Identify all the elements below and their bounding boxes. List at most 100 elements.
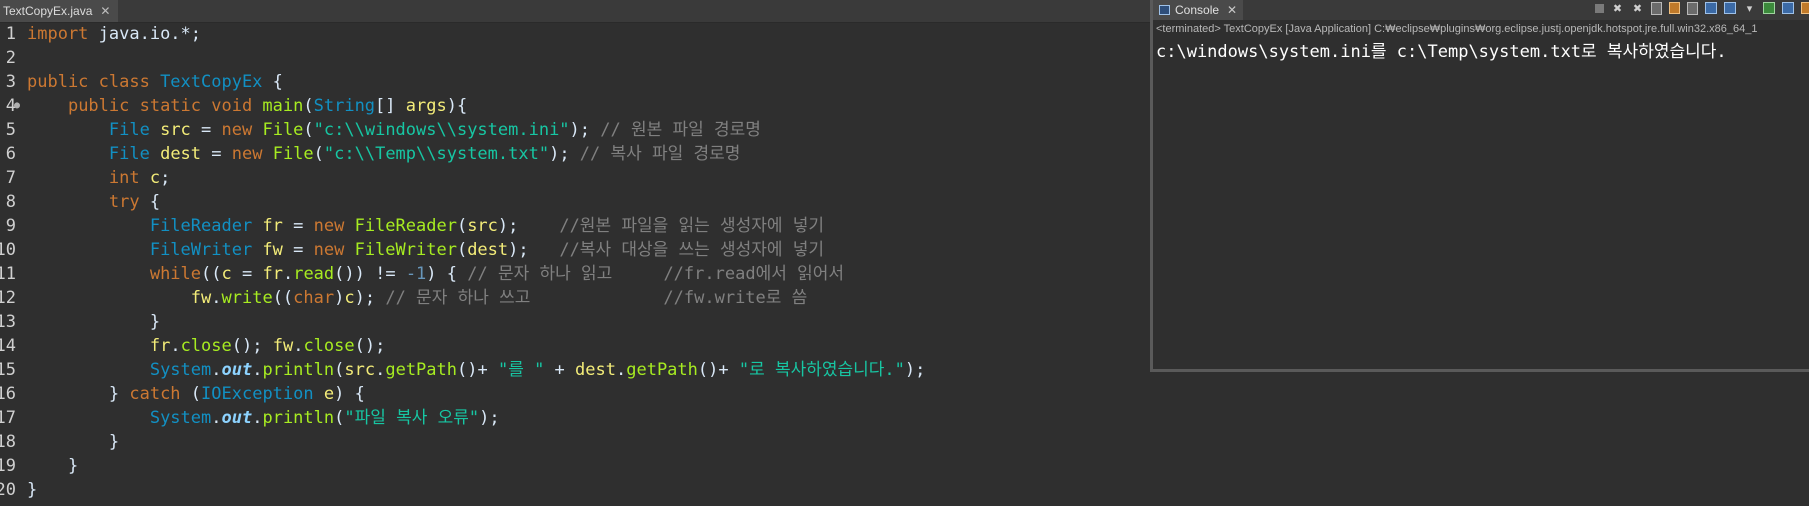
line-number: 20 [0, 480, 16, 500]
code-token: = [201, 144, 232, 164]
line-number: 18 [0, 432, 16, 452]
code-line[interactable]: 6 File dest = new File("c:\\Temp\\system… [0, 142, 1150, 166]
clear-console-icon[interactable] [1651, 2, 1662, 15]
console-view[interactable]: Console ✕ ✖ ✖ ▾ <terminated> TextCopyEx [… [1150, 0, 1809, 372]
code-line[interactable]: 13 } [0, 310, 1150, 334]
fold-marker-icon[interactable]: ● [14, 94, 20, 118]
code-token: ){ [446, 96, 468, 116]
code-token: c [221, 264, 232, 284]
tab-console[interactable]: Console ✕ [1153, 0, 1244, 20]
code-line[interactable]: 9 FileReader fr = new FileReader(src); /… [0, 214, 1150, 238]
code-line[interactable]: 18 } [0, 430, 1150, 454]
line-number: 7 [5, 168, 16, 188]
console-tab-label: Console [1175, 3, 1220, 17]
line-number: 19 [0, 456, 16, 476]
code-line[interactable]: 1 import java.io.*; [0, 22, 1150, 46]
code-token: } [27, 456, 79, 476]
console-tab-bar: Console ✕ ✖ ✖ ▾ [1153, 0, 1809, 20]
code-editor[interactable]: TextCopyEx.java ✕ 1 import java.io.*; 2 3 pub… [0, 0, 1150, 506]
code-line[interactable]: 5 File src = new File("c:\\windows\\syst… [0, 118, 1150, 142]
code-token: "c:\\Temp\\system.txt" [323, 144, 550, 164]
code-token: = [282, 216, 314, 236]
scroll-lock-icon[interactable] [1669, 2, 1680, 14]
stop-icon[interactable] [1595, 4, 1604, 13]
remove-launch-icon[interactable]: ✖ [1611, 2, 1624, 15]
code-token: java.io.*; [88, 24, 202, 44]
code-token: FileWriter [149, 240, 263, 260]
code-token: ( [456, 240, 468, 260]
code-line[interactable]: 2 [0, 46, 1150, 70]
code-text: } [27, 478, 37, 502]
code-line[interactable]: 10 FileWriter fw = new FileWriter(dest);… [0, 238, 1150, 262]
display-selected-console-icon[interactable] [1724, 2, 1736, 14]
view-menu-icon[interactable]: ▾ [1743, 2, 1756, 15]
code-token: fw.write [683, 288, 766, 308]
code-line[interactable]: 20} [0, 478, 1150, 502]
code-line[interactable]: 4 ● public static void main(String[] args… [0, 94, 1150, 118]
code-token: (); [231, 336, 273, 356]
line-number: 2 [5, 48, 16, 68]
code-token: + [544, 360, 576, 380]
editor-tab-bar: TextCopyEx.java ✕ [0, 0, 1150, 23]
code-line[interactable]: 11 while((c = fr.read()) != -1) { // 문자 … [0, 262, 1150, 286]
code-token: File [272, 144, 314, 164]
code-token: "c:\\windows\\system.ini" [313, 120, 570, 140]
code-token: ); [497, 216, 560, 236]
code-line[interactable]: 16 } catch (IOException e) { [0, 382, 1150, 406]
code-token: ( [334, 408, 345, 428]
line-number: 13 [0, 312, 16, 332]
code-token: 로 씀 [765, 288, 808, 308]
code-token: ); [569, 120, 601, 140]
minimize-icon[interactable] [1782, 2, 1794, 14]
code-text: int c; [27, 166, 170, 190]
code-line[interactable]: 12 fw.write((char)c); // 문자 하나 쓰고 //fw.w… [0, 286, 1150, 310]
code-token: File [108, 144, 161, 164]
code-token: ); [508, 240, 560, 260]
code-line[interactable]: 15 System.out.println(src.getPath()+ "를 … [0, 358, 1150, 382]
code-token: FileWriter [354, 240, 457, 260]
remove-all-icon[interactable]: ✖ [1631, 2, 1644, 15]
close-icon[interactable]: ✕ [1227, 3, 1237, 17]
close-icon[interactable]: ✕ [100, 4, 110, 18]
code-line[interactable]: 17 System.out.println("파일 복사 오류"); [0, 406, 1150, 430]
code-token: ); [904, 360, 926, 380]
code-token: TextCopyEx [160, 72, 263, 92]
code-line[interactable]: 7 int c; [0, 166, 1150, 190]
code-token: FileReader [354, 216, 457, 236]
code-token: c [344, 288, 355, 308]
line-number: 14 [0, 336, 16, 356]
code-text: } catch (IOException e) { [27, 382, 365, 406]
console-output[interactable]: c:\windows\system.ini를 c:\Temp\system.tx… [1156, 40, 1806, 64]
code-token: new [313, 240, 355, 260]
code-token: fr [262, 264, 283, 284]
code-area[interactable]: 1 import java.io.*; 2 3 public class TextCop… [0, 22, 1150, 506]
code-line[interactable]: 14 fr.close(); fw.close(); [0, 334, 1150, 358]
code-text: File src = new File("c:\\windows\\system… [27, 118, 761, 142]
code-text: import java.io.*; [27, 22, 201, 46]
code-token: ( [303, 120, 314, 140]
editor-tab-textcopyex[interactable]: TextCopyEx.java ✕ [0, 0, 119, 22]
code-token: . [211, 408, 222, 428]
code-token: ()) != [334, 264, 406, 284]
code-line[interactable]: 8 try { [0, 190, 1150, 214]
pin-console-icon[interactable] [1705, 2, 1717, 14]
code-token: System [149, 408, 212, 428]
code-token: ) { [334, 384, 365, 404]
word-wrap-icon[interactable] [1687, 2, 1698, 15]
open-console-icon[interactable] [1763, 2, 1775, 14]
code-token: { [139, 192, 161, 212]
code-line[interactable]: 3 public class TextCopyEx { [0, 70, 1150, 94]
line-number: 9 [5, 216, 16, 236]
code-token: src [160, 120, 191, 140]
code-token: // 문자 하나 읽고 // [467, 264, 684, 284]
code-token: dest [467, 240, 509, 260]
line-number: 11 [0, 264, 16, 284]
maximize-icon[interactable] [1801, 2, 1809, 14]
code-token: 에서 읽어서 [755, 264, 845, 284]
code-token: { [262, 72, 283, 92]
code-line[interactable]: 19 } [0, 454, 1150, 478]
code-token: . [375, 360, 386, 380]
